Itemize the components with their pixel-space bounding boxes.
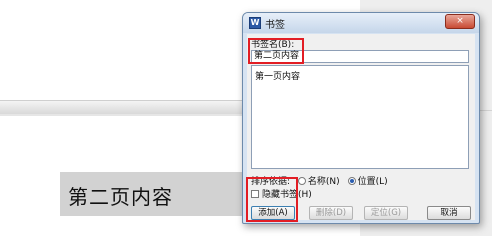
delete-button[interactable]: 删除(D) <box>309 206 353 220</box>
sort-by-name-label[interactable]: 名称(N) <box>308 177 340 187</box>
sort-by-name-radio[interactable] <box>297 177 306 185</box>
wps-writer-icon: W <box>249 17 261 29</box>
close-button[interactable]: × <box>445 14 475 29</box>
list-item[interactable]: 第一页内容 <box>255 69 300 82</box>
sort-by-position-radio[interactable] <box>347 177 356 185</box>
dialog-title: 书签 <box>265 20 285 31</box>
page-edge <box>0 114 260 116</box>
cancel-button[interactable]: 取消 <box>427 206 471 220</box>
bookmark-list[interactable]: 第一页内容 <box>251 65 469 169</box>
locate-button[interactable]: 定位(G) <box>364 206 408 220</box>
dialog-titlebar[interactable]: W 书签 × <box>243 13 479 33</box>
highlight-add-button <box>246 177 298 222</box>
page-separator <box>0 100 260 114</box>
highlight-name-field <box>248 38 304 64</box>
sort-by-position-label[interactable]: 位置(L) <box>358 177 388 187</box>
